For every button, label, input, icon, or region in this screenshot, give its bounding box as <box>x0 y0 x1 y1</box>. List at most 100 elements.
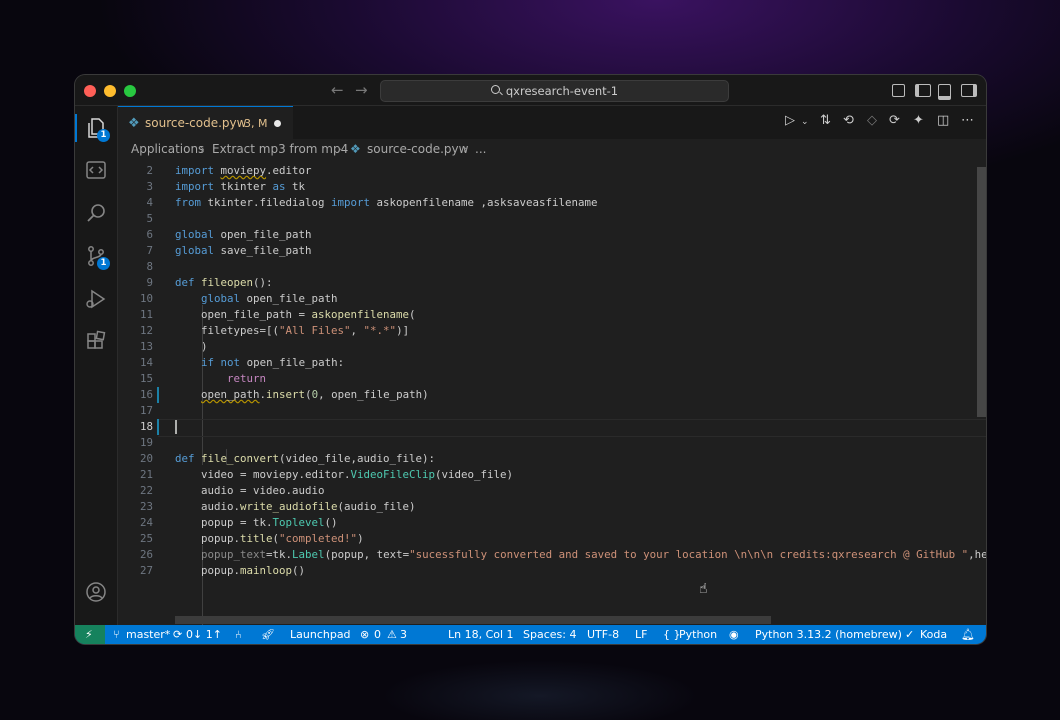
code-line[interactable]: 5 <box>118 211 978 227</box>
line-number[interactable]: 20 <box>118 451 153 467</box>
code-line[interactable]: 21 video = moviepy.editor.VideoFileClip(… <box>118 467 978 483</box>
command-center-search[interactable]: qxresearch-event-1 <box>380 80 729 102</box>
code-line[interactable]: 15 return <box>118 371 978 387</box>
forward-arrow-icon[interactable]: → <box>355 81 368 99</box>
run-dropdown-chevron-icon[interactable]: ⌄ <box>801 117 809 127</box>
activity-remote-explorer[interactable] <box>75 152 117 188</box>
copilot-icon[interactable]: ◉ <box>729 628 739 641</box>
line-number[interactable]: 21 <box>118 467 153 483</box>
code-line[interactable]: 18 <box>118 419 986 437</box>
ai-assistant-icon[interactable]: ✦ <box>913 113 924 128</box>
git-change-marker[interactable] <box>157 419 159 435</box>
line-number[interactable]: 5 <box>118 211 153 227</box>
code-line[interactable]: 3 import tkinter as tk <box>118 179 978 195</box>
run-python-file-icon[interactable]: ▷ <box>785 113 795 128</box>
close-window-button[interactable] <box>84 85 96 97</box>
breadcrumb-item-file[interactable]: source-code.pyw <box>367 142 468 156</box>
horizontal-scrollbar[interactable] <box>175 616 771 624</box>
remote-indicator[interactable]: ⚡ <box>75 625 105 644</box>
branch-name[interactable]: master* <box>126 628 170 641</box>
line-number[interactable]: 12 <box>118 323 153 339</box>
line-number[interactable]: 8 <box>118 259 153 275</box>
breadcrumb-item-folder[interactable]: Extract mp3 from mp4 <box>212 142 348 156</box>
line-number[interactable]: 10 <box>118 291 153 307</box>
split-editor-icon[interactable]: ◫ <box>937 113 949 128</box>
activity-run-debug[interactable] <box>75 281 117 317</box>
minimize-window-button[interactable] <box>104 85 116 97</box>
line-number[interactable]: 6 <box>118 227 153 243</box>
breadcrumb-item-symbols[interactable]: ... <box>475 142 486 156</box>
code-line[interactable]: 9 def fileopen(): <box>118 275 978 291</box>
line-number[interactable]: 19 <box>118 435 153 451</box>
line-number[interactable]: 2 <box>118 163 153 179</box>
git-change-marker[interactable] <box>157 387 159 403</box>
line-number[interactable]: 3 <box>118 179 153 195</box>
code-line[interactable]: 20 def file_convert(video_file,audio_file… <box>118 451 978 467</box>
code-line[interactable]: 4 from tkinter.filedialog import askopenf… <box>118 195 978 211</box>
line-number[interactable]: 14 <box>118 355 153 371</box>
encoding[interactable]: UTF-8 <box>587 628 619 641</box>
zoom-window-button[interactable] <box>124 85 136 97</box>
open-changes-icon[interactable]: ⇅ <box>820 113 831 128</box>
toggle-secondary-sidebar-icon[interactable] <box>961 84 977 97</box>
code-editor[interactable]: 2 import moviepy.editor 3 import tkinter as… <box>118 161 986 625</box>
code-line[interactable]: 27 popup.mainloop() <box>118 563 978 579</box>
activity-extensions[interactable] <box>75 324 117 360</box>
code-line[interactable]: 8 <box>118 259 978 275</box>
code-line[interactable]: 13 ) <box>118 339 978 355</box>
code-line[interactable]: 16 open_path.insert(0, open_file_path) <box>118 387 978 403</box>
line-number[interactable]: 22 <box>118 483 153 499</box>
activity-search[interactable] <box>75 195 117 231</box>
code-line[interactable]: 2 import moviepy.editor <box>118 163 978 179</box>
line-number[interactable]: 17 <box>118 403 153 419</box>
code-line[interactable]: 25 popup.title("completed!") <box>118 531 978 547</box>
code-line[interactable]: 12 filetypes=[("All Files", "*.*")] <box>118 323 978 339</box>
go-forward-icon[interactable]: ⟳ <box>889 113 900 128</box>
code-line[interactable]: 7 global save_file_path <box>118 243 978 259</box>
code-line[interactable]: 24 popup = tk.Toplevel() <box>118 515 978 531</box>
activity-accounts[interactable] <box>75 574 117 610</box>
warning-count[interactable]: 3 <box>400 628 407 641</box>
activity-source-control[interactable]: 1 <box>75 238 117 274</box>
tab-source-code[interactable]: ❖ source-code.pyw 3, M <box>118 106 293 140</box>
notifications-bell-icon[interactable]: 🔔︎ <box>961 628 975 641</box>
timeline-icon[interactable]: ◇ <box>867 113 877 128</box>
code-line[interactable]: 11 open_file_path = askopenfilename( <box>118 307 978 323</box>
back-arrow-icon[interactable]: ← <box>331 81 344 99</box>
line-number[interactable]: 16 <box>118 387 153 403</box>
git-graph-icon[interactable]: ⑃ <box>235 628 242 641</box>
toggle-panel-icon[interactable] <box>938 84 951 100</box>
line-number[interactable]: 7 <box>118 243 153 259</box>
end-of-line[interactable]: LF <box>635 628 647 641</box>
line-number[interactable]: 15 <box>118 371 153 387</box>
koda-item[interactable]: Koda <box>920 628 947 641</box>
launchpad-item[interactable]: Launchpad <box>290 628 351 641</box>
customize-layout-icon[interactable] <box>892 84 905 97</box>
breadcrumb-item-applications[interactable]: Applications <box>131 142 204 156</box>
unsaved-dot-icon[interactable] <box>274 120 281 127</box>
line-number[interactable]: 24 <box>118 515 153 531</box>
line-number[interactable]: 4 <box>118 195 153 211</box>
code-line[interactable]: 17 <box>118 403 978 419</box>
line-number[interactable]: 26 <box>118 547 153 563</box>
vertical-scrollbar[interactable] <box>977 167 986 417</box>
line-number[interactable]: 9 <box>118 275 153 291</box>
python-interpreter[interactable]: Python 3.13.2 (homebrew) <box>755 628 902 641</box>
line-number[interactable]: 25 <box>118 531 153 547</box>
line-number[interactable]: 18 <box>118 419 153 435</box>
line-number[interactable]: 27 <box>118 563 153 579</box>
code-line[interactable]: 23 audio.write_audiofile(audio_file) <box>118 499 978 515</box>
line-number[interactable]: 23 <box>118 499 153 515</box>
toggle-primary-sidebar-icon[interactable] <box>915 84 931 97</box>
code-line[interactable]: 14 if not open_file_path: <box>118 355 978 371</box>
code-line[interactable]: 6 global open_file_path <box>118 227 978 243</box>
code-line[interactable]: 10 global open_file_path <box>118 291 978 307</box>
line-number[interactable]: 13 <box>118 339 153 355</box>
code-line[interactable]: 22 audio = video.audio <box>118 483 978 499</box>
activity-explorer[interactable]: 1 <box>75 110 117 146</box>
language-mode[interactable]: Python <box>679 628 717 641</box>
error-count[interactable]: 0 <box>374 628 381 641</box>
indentation[interactable]: Spaces: 4 <box>523 628 576 641</box>
line-number[interactable]: 11 <box>118 307 153 323</box>
code-line[interactable]: 26 popup_text=tk.Label(popup, text="suce… <box>118 547 986 563</box>
